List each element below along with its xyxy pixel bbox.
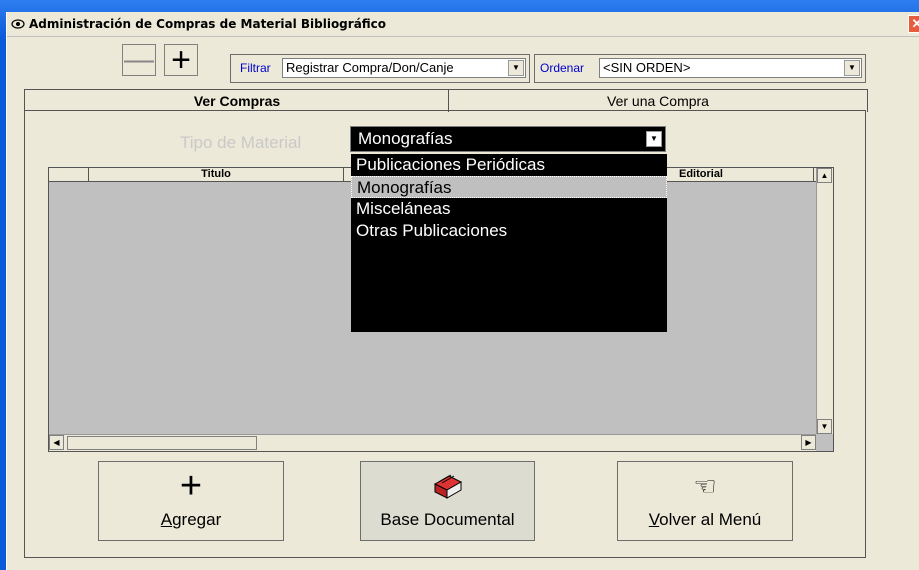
- plus-icon: +: [179, 465, 203, 507]
- window-titlebar: Administración de Compras de Material Bi…: [7, 12, 919, 37]
- plus-icon: +: [171, 41, 191, 79]
- column-header-titulo[interactable]: Titulo: [89, 168, 344, 182]
- order-select[interactable]: <SIN ORDEN> ▼: [599, 58, 862, 78]
- remove-button[interactable]: —: [122, 44, 156, 76]
- filter-value: Registrar Compra/Don/Canje: [286, 60, 454, 75]
- agregar-label: gregar: [172, 510, 222, 529]
- scroll-thumb[interactable]: [67, 436, 257, 450]
- base-documental-button[interactable]: Base Documental: [360, 461, 535, 541]
- card-file-icon: [361, 470, 534, 505]
- chevron-down-icon[interactable]: ▼: [508, 60, 524, 76]
- close-button[interactable]: ✕: [908, 15, 919, 33]
- option-monografias[interactable]: Monografías: [351, 176, 667, 198]
- filter-label: Filtrar: [240, 61, 271, 75]
- tab-ver-compras[interactable]: Ver Compras: [24, 89, 450, 112]
- material-type-label: Tipo de Material: [180, 133, 302, 152]
- scroll-up-icon[interactable]: ▲: [817, 168, 832, 183]
- minus-icon: —: [124, 43, 154, 76]
- pointing-hand-icon: ☜: [693, 471, 717, 501]
- chevron-down-icon[interactable]: ▼: [844, 60, 860, 76]
- agregar-button[interactable]: + Agregar: [98, 461, 284, 541]
- horizontal-scrollbar[interactable]: ◀ ▶: [49, 434, 816, 451]
- scroll-down-icon[interactable]: ▼: [817, 419, 832, 434]
- filter-select[interactable]: Registrar Compra/Don/Canje ▼: [282, 58, 526, 78]
- option-otras-publicaciones[interactable]: Otras Publicaciones: [351, 220, 667, 242]
- tab-ver-una-compra[interactable]: Ver una Compra: [448, 89, 868, 112]
- tab-label: Ver una Compra: [607, 93, 709, 109]
- scroll-left-icon[interactable]: ◀: [49, 435, 64, 450]
- chevron-down-icon[interactable]: ▼: [646, 131, 662, 147]
- option-miscelaneas[interactable]: Misceláneas: [351, 198, 667, 220]
- order-label: Ordenar: [540, 61, 585, 75]
- material-type-value: Monografías: [358, 129, 453, 148]
- volver-menu-button[interactable]: ☜ Volver al Menú: [617, 461, 793, 541]
- agregar-mnemonic: A: [160, 510, 173, 529]
- window-title: Administración de Compras de Material Bi…: [29, 17, 387, 31]
- eye-icon: [11, 17, 25, 31]
- scroll-right-icon[interactable]: ▶: [801, 435, 816, 450]
- grid-row-header: [49, 168, 89, 182]
- order-value: <SIN ORDEN>: [603, 60, 691, 75]
- volver-mnemonic: V: [648, 510, 660, 529]
- base-documental-label: Base Documental: [380, 510, 515, 529]
- material-type-dropdown: Publicaciones Periódicas Monografías Mis…: [351, 154, 667, 332]
- material-type-select[interactable]: Monografías ▼: [350, 126, 666, 152]
- volver-label: olver al Menú: [659, 510, 762, 529]
- option-publicaciones-periodicas[interactable]: Publicaciones Periódicas: [351, 154, 667, 176]
- vertical-scrollbar[interactable]: ▲ ▼: [816, 168, 833, 434]
- tab-label: Ver Compras: [193, 93, 281, 109]
- add-filter-button[interactable]: +: [164, 41, 198, 79]
